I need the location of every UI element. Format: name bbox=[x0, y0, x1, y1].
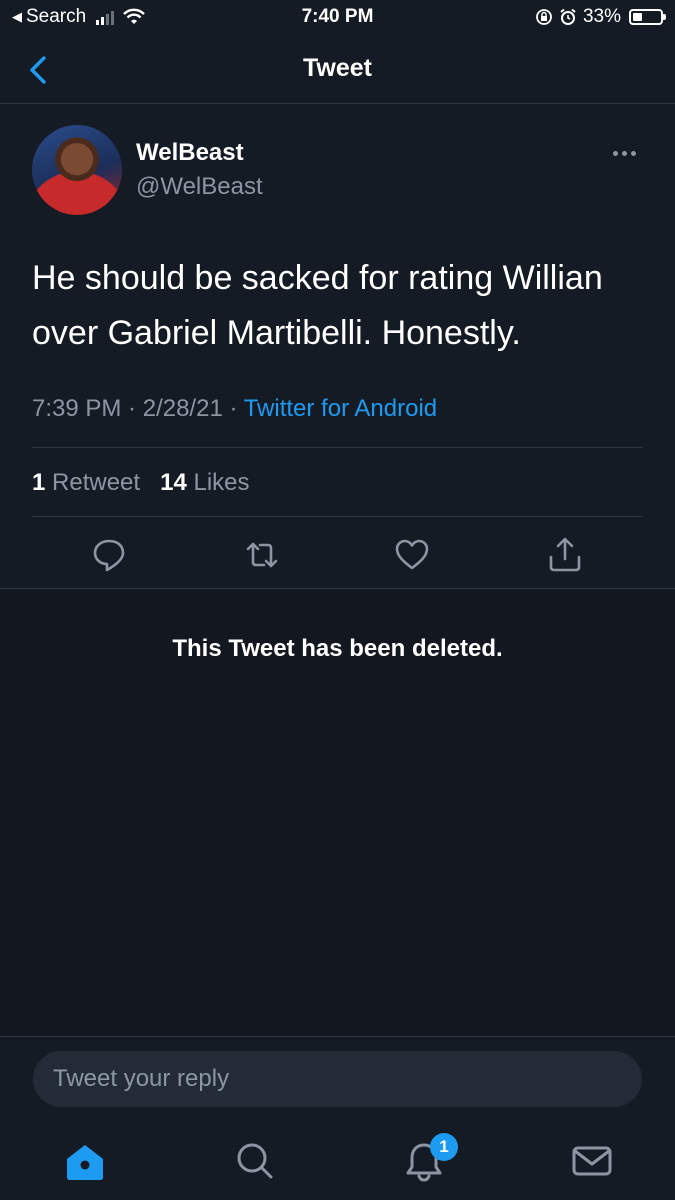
like-count: 14 bbox=[160, 469, 187, 496]
retweet-icon[interactable] bbox=[242, 535, 282, 575]
tweet-stats: 1 Retweet 14 Likes bbox=[32, 469, 250, 497]
display-name[interactable]: WelBeast bbox=[136, 139, 244, 167]
tweet-detail-screen: ◀ Search 7:40 PM 33% Tweet WelBeast @Wel… bbox=[0, 0, 675, 1200]
alarm-icon bbox=[560, 8, 576, 25]
status-right: 33% bbox=[535, 6, 666, 28]
retweet-label: Retweet bbox=[52, 469, 141, 496]
share-icon[interactable] bbox=[545, 535, 585, 575]
tweet-time: 7:39 PM bbox=[32, 395, 122, 422]
like-label: Likes bbox=[193, 469, 250, 496]
tweet-text: He should be sacked for rating Willian o… bbox=[32, 259, 603, 352]
battery-percent: 33% bbox=[582, 6, 621, 27]
heart-icon[interactable] bbox=[392, 535, 432, 575]
meta-separator: · bbox=[121, 395, 143, 422]
battery-icon bbox=[629, 9, 666, 25]
retweet-count: 1 bbox=[32, 469, 46, 496]
deleted-message: This Tweet has been deleted. bbox=[172, 635, 503, 662]
tweet-source-link[interactable]: Twitter for Android bbox=[244, 395, 437, 422]
reply-input[interactable] bbox=[33, 1051, 642, 1107]
search-icon[interactable] bbox=[232, 1139, 276, 1183]
tweet: WelBeast @WelBeast He should be sacked f… bbox=[0, 105, 675, 589]
notification-badge: 1 bbox=[430, 1133, 458, 1161]
tweet-actions bbox=[0, 535, 675, 575]
bottom-bar: 1 bbox=[0, 1036, 675, 1200]
nav-bar: Tweet bbox=[0, 36, 675, 104]
orientation-lock-icon bbox=[536, 9, 552, 25]
divider bbox=[32, 516, 643, 517]
meta-separator: · bbox=[222, 395, 244, 422]
mail-icon[interactable] bbox=[570, 1139, 614, 1183]
tweet-date: 2/28/21 bbox=[142, 395, 223, 422]
more-options-icon[interactable] bbox=[613, 145, 643, 161]
user-handle[interactable]: @WelBeast bbox=[136, 173, 263, 201]
divider bbox=[32, 447, 643, 448]
retweets-stat[interactable]: 1 Retweet bbox=[32, 469, 140, 496]
reply-icon[interactable] bbox=[89, 535, 129, 575]
avatar[interactable] bbox=[32, 125, 122, 215]
status-bar: ◀ Search 7:40 PM 33% bbox=[0, 0, 675, 36]
home-icon[interactable] bbox=[63, 1139, 107, 1183]
tweet-meta: 7:39 PM · 2/28/21 · Twitter for Android bbox=[32, 395, 437, 423]
deleted-tweet-panel: This Tweet has been deleted. bbox=[0, 590, 675, 1036]
page-title: Tweet bbox=[303, 54, 372, 82]
likes-stat[interactable]: 14 Likes bbox=[160, 469, 249, 496]
